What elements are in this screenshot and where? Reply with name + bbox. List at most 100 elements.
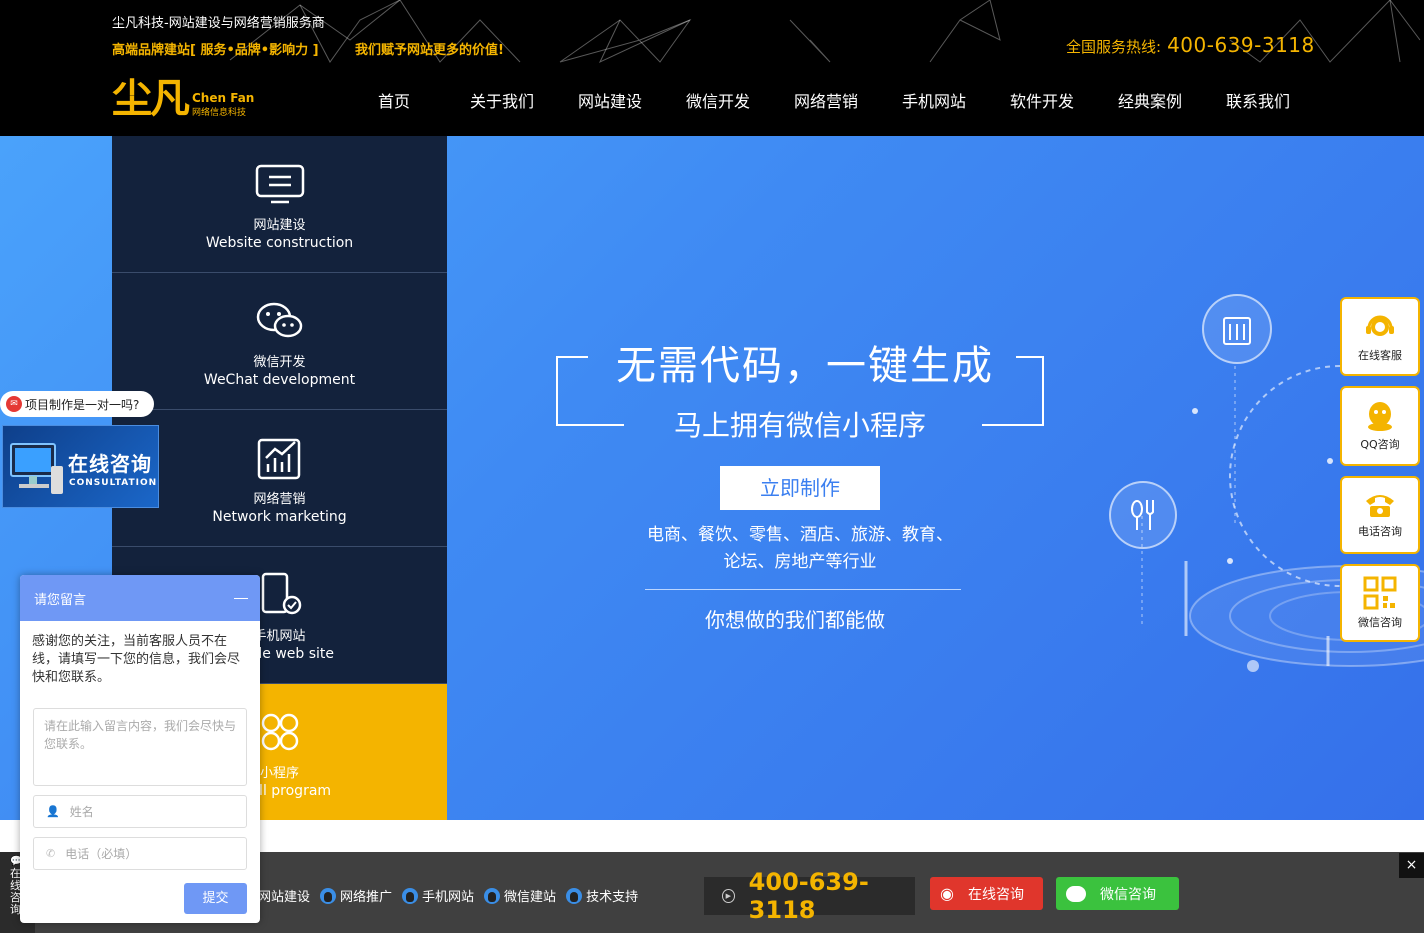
qq-consult-button[interactable]: QQ咨询: [1340, 386, 1420, 466]
link-label: 手机网站: [422, 890, 475, 905]
slogan-secondary: 我们赋予网站更多的价值!: [355, 43, 504, 58]
consult-tip-text: 项目制作是一对一吗?: [25, 397, 140, 412]
name-field[interactable]: 👤 姓名: [33, 795, 247, 828]
consult-tip-bubble[interactable]: ✉ 项目制作是一对一吗?: [0, 391, 154, 417]
wechat-consult-button[interactable]: 微信咨询: [1340, 564, 1420, 642]
qq-icon: [1368, 402, 1392, 431]
menu-item-marketing[interactable]: 网络营销 Network marketing: [112, 410, 447, 547]
bottom-phone[interactable]: ▶ 400-639-3118: [704, 868, 915, 924]
online-service-button[interactable]: 在线客服: [1340, 297, 1420, 376]
hero-title: 无需代码，一键生成: [616, 343, 994, 389]
hero-divider: [645, 589, 961, 590]
site-header: 尘凡科技-网站建设与网络营销服务商 高端品牌建站[ 服务•品牌•影响力 ] 我们…: [0, 0, 1424, 136]
wechat-icon: [254, 295, 306, 347]
bottom-link-wechat-site[interactable]: 微信建站: [484, 886, 556, 905]
bottom-link-mobile[interactable]: 手机网站: [402, 886, 474, 905]
site-title: 尘凡科技-网站建设与网络营销服务商: [112, 16, 325, 31]
link-label: 微信建站: [504, 890, 557, 905]
qrcode-icon: [1363, 576, 1397, 610]
logo-english: Chen Fan: [192, 91, 255, 105]
service-label: 在线客服: [1358, 348, 1402, 362]
slogan-primary: 高端品牌建站[ 服务•品牌•影响力 ]: [112, 43, 319, 58]
logo-mark: 尘凡: [112, 76, 190, 122]
name-placeholder: 姓名: [69, 805, 94, 819]
hotline: 全国服务热线: 400-639-3118: [1066, 33, 1315, 57]
industries-line-2: 论坛、房地产等行业: [723, 552, 877, 572]
weibo-icon: ◉: [940, 884, 954, 903]
service-label: 微信咨询: [1358, 616, 1402, 629]
nav-mobile[interactable]: 手机网站: [880, 88, 988, 112]
nav-about[interactable]: 关于我们: [448, 88, 556, 112]
hero-subtitle: 马上拥有微信小程序: [673, 409, 926, 442]
service-label: 电话咨询: [1358, 525, 1402, 538]
online-consult-label: 在线咨询: [967, 886, 1024, 903]
hero-industries: 电商、餐饮、零售、酒店、旅游、教育、 论坛、房地产等行业: [620, 522, 980, 576]
menu-label-cn: 网络营销: [253, 491, 306, 507]
message-box: 请您留言 感谢您的关注，当前客服人员不在线，请填写一下您的信息，我们会尽快和您联…: [20, 575, 260, 923]
menu-label-en: Network marketing: [212, 508, 347, 525]
qq-icon: [566, 887, 583, 904]
logo-subtitle: 网络信息科技: [192, 108, 247, 118]
link-label: 网站建设: [258, 890, 311, 905]
wechat-consult-button[interactable]: 微信咨询: [1056, 877, 1179, 910]
nav-wechat[interactable]: 微信开发: [664, 88, 772, 112]
chart-icon: [254, 432, 306, 484]
hotline-number: 400-639-3118: [1167, 33, 1315, 57]
nav-marketing[interactable]: 网络营销: [772, 88, 880, 112]
phone-field[interactable]: ✆ 电话（必填）: [33, 837, 247, 870]
qq-icon: [484, 887, 501, 904]
bottom-link-promotion[interactable]: 网络推广: [320, 886, 392, 905]
qq-icon: [320, 887, 337, 904]
menu-item-wechat[interactable]: 微信开发 WeChat development: [112, 273, 447, 410]
building-icon: [1202, 294, 1272, 364]
close-icon[interactable]: ×: [1399, 853, 1424, 878]
nav-website[interactable]: 网站建设: [556, 88, 664, 112]
link-label: 技术支持: [586, 890, 639, 905]
telephone-icon: [1366, 495, 1394, 517]
nav-software[interactable]: 软件开发: [988, 88, 1096, 112]
online-consult-button[interactable]: ◉ 在线咨询: [930, 877, 1043, 910]
consult-banner-subtitle: CONSULTATION: [69, 478, 158, 488]
bottom-phone-number: 400-639-3118: [748, 868, 869, 924]
industries-line-1: 电商、餐饮、零售、酒店、旅游、教育、: [647, 525, 953, 545]
menu-label-en: Website construction: [205, 234, 354, 251]
computer-icon: [10, 443, 63, 494]
wechat-bubble-icon: [1066, 885, 1086, 902]
menu-label-cn: 网站建设: [253, 217, 306, 233]
nav-home[interactable]: 首页: [340, 88, 448, 112]
user-icon: 👤: [46, 805, 60, 818]
play-icon: ▶: [722, 889, 735, 903]
submit-button[interactable]: 提交: [184, 883, 247, 914]
message-content-input[interactable]: 请在此输入留言内容，我们会尽快与您联系。: [33, 708, 247, 786]
phone-icon: [254, 569, 306, 621]
wechat-consult-label: 微信咨询: [1100, 886, 1156, 903]
message-box-header: 请您留言: [20, 575, 260, 621]
nav-contact[interactable]: 联系我们: [1204, 88, 1312, 112]
menu-item-website[interactable]: 网站建设 Website construction: [112, 136, 447, 273]
cutlery-icon: [1109, 481, 1177, 549]
consult-banner-title: 在线咨询: [68, 452, 152, 476]
monitor-icon: [254, 158, 306, 210]
bottom-link-website[interactable]: 网站建设: [258, 886, 310, 905]
hero-tagline: 你想做的我们都能做: [705, 608, 885, 632]
chat-icon: ✉: [6, 396, 22, 412]
menu-label-cn: 小程序: [259, 766, 299, 781]
message-box-title: 请您留言: [34, 592, 87, 608]
main-nav: 首页 关于我们 网站建设 微信开发 网络营销 手机网站 软件开发 经典案例 联系…: [340, 88, 1312, 112]
link-label: 网络推广: [340, 890, 393, 905]
start-now-button[interactable]: 立即制作: [720, 466, 880, 510]
mini-program-icon: [254, 706, 306, 758]
minimize-icon[interactable]: [234, 597, 248, 599]
phone-small-icon: ✆: [46, 847, 56, 860]
menu-label-en: WeChat development: [203, 371, 356, 388]
phone-placeholder: 电话（必填）: [65, 847, 138, 861]
online-consult-banner[interactable]: 在线咨询 CONSULTATION: [2, 425, 159, 508]
logo[interactable]: 尘凡 Chen Fan 网络信息科技: [112, 78, 254, 120]
hotline-label: 全国服务热线:: [1066, 38, 1162, 56]
phone-consult-button[interactable]: 电话咨询: [1340, 476, 1420, 554]
service-label: QQ咨询: [1360, 438, 1400, 451]
bottom-links: 网站建设 网络推广 手机网站 微信建站 技术支持: [258, 886, 638, 905]
menu-label-cn: 微信开发: [253, 354, 306, 370]
bottom-link-support[interactable]: 技术支持: [566, 886, 638, 905]
nav-cases[interactable]: 经典案例: [1096, 88, 1204, 112]
